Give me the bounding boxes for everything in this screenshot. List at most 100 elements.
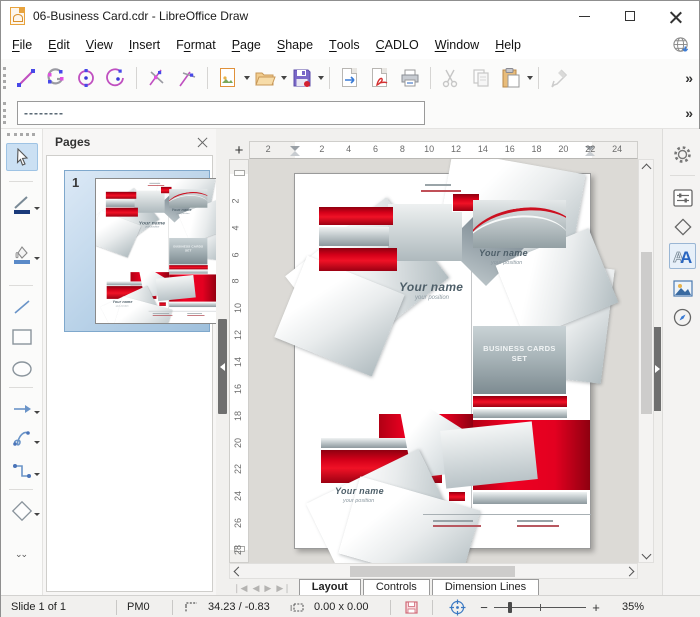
cad-line-tool-button[interactable] (11, 64, 41, 92)
toolbar-overflow-button[interactable]: » (685, 70, 693, 86)
horizontal-scrollbar[interactable] (229, 563, 638, 579)
panel-splitter[interactable] (216, 129, 229, 595)
panel-collapse-handle[interactable] (218, 319, 227, 414)
fill-color-dropdown[interactable] (34, 257, 40, 260)
toolbar-more-chevron[interactable]: ⌄⌄ (15, 549, 26, 560)
sidebar-gallery-button[interactable] (669, 275, 696, 301)
cad-extend-tool-button[interactable] (172, 64, 202, 92)
sidebar-splitter[interactable] (654, 129, 662, 595)
scroll-up-button[interactable] (639, 161, 653, 175)
export-button[interactable] (335, 64, 365, 92)
toolbar2-overflow-button[interactable]: » (685, 105, 693, 121)
document-page[interactable]: Your name your position Your name your p… (294, 173, 591, 549)
tab-dimension-lines[interactable]: Dimension Lines (432, 579, 539, 595)
ruler-origin-button[interactable]: + (229, 141, 249, 159)
curve-tool-button[interactable] (6, 425, 38, 453)
zoom-out-button[interactable]: − (478, 600, 490, 615)
basic-shapes-dropdown[interactable] (34, 513, 40, 516)
menu-item-page[interactable]: Page (224, 31, 269, 59)
sidebar-settings-button[interactable] (669, 141, 696, 167)
minimize-button[interactable] (561, 1, 607, 31)
maximize-button[interactable] (607, 1, 653, 31)
curve-dropdown[interactable] (34, 441, 40, 444)
pages-list[interactable]: 1 (46, 155, 213, 592)
toolbar-grip[interactable] (7, 133, 35, 136)
last-slide-button[interactable]: ▶❘ (276, 583, 290, 594)
paste-dropdown[interactable] (527, 76, 533, 80)
page-artwork[interactable]: Your name your position Your name your p… (295, 174, 592, 550)
arrow-line-tool-button[interactable] (6, 395, 38, 423)
menu-item-help[interactable]: Help (487, 31, 529, 59)
drawing-canvas[interactable]: Your name your position Your name your p… (249, 159, 638, 563)
line-tool-button[interactable] (6, 293, 38, 321)
save-button[interactable] (287, 64, 317, 92)
select-tool-button[interactable] (6, 143, 38, 171)
update-globe-icon[interactable] (672, 36, 691, 55)
cad-arc-tool-button[interactable] (101, 64, 131, 92)
connector-tool-button[interactable] (6, 457, 38, 485)
h-ruler[interactable]: 224681012141618202224 (249, 141, 638, 159)
sidebar-collapse-handle[interactable] (654, 327, 661, 411)
cad-circle-tool-button[interactable] (71, 64, 101, 92)
print-button[interactable] (395, 64, 425, 92)
rectangle-tool-button[interactable] (6, 323, 38, 351)
menu-item-tools[interactable]: Tools (321, 31, 368, 59)
open-button[interactable] (250, 64, 280, 92)
sidebar-properties-button[interactable] (669, 185, 696, 211)
new-document-button[interactable] (213, 64, 243, 92)
menu-item-format[interactable]: Format (168, 31, 224, 59)
first-slide-button[interactable]: ❘◀ (233, 583, 247, 594)
scroll-down-button[interactable] (639, 547, 653, 561)
toolbar-grip[interactable] (3, 67, 7, 89)
vertical-scrollbar-thumb[interactable] (641, 252, 652, 414)
line-style-dropdown[interactable] (34, 207, 40, 210)
scroll-right-button[interactable] (622, 564, 636, 578)
line-style-input[interactable] (17, 101, 425, 125)
copy-button[interactable] (466, 64, 496, 92)
save-dropdown[interactable] (318, 76, 324, 80)
ellipse-tool-button[interactable] (6, 355, 38, 383)
sidebar-character-button[interactable]: AA (669, 243, 696, 269)
sidebar-shapes-button[interactable] (669, 214, 696, 240)
cad-curve-tool-button[interactable] (41, 64, 71, 92)
top-margin-marker[interactable] (234, 170, 245, 176)
page-artwork[interactable]: Your name your position Your name your p… (96, 179, 217, 324)
document-modified-icon[interactable] (405, 601, 418, 614)
scroll-left-button[interactable] (231, 564, 245, 578)
export-pdf-button[interactable] (365, 64, 395, 92)
toolbar-grip[interactable] (3, 102, 7, 124)
pages-panel-close-icon[interactable] (197, 137, 208, 148)
zoom-slider[interactable] (494, 601, 586, 614)
menu-item-window[interactable]: Window (427, 31, 487, 59)
previous-slide-button[interactable]: ◀ (252, 583, 259, 594)
menu-item-cadlo[interactable]: CADLO (368, 31, 427, 59)
horizontal-scrollbar-thumb[interactable] (350, 566, 515, 577)
connector-dropdown[interactable] (34, 473, 40, 476)
zoom-slider-thumb[interactable] (508, 602, 512, 613)
fill-color-tool-button[interactable] (6, 241, 38, 269)
cut-button[interactable] (436, 64, 466, 92)
menu-item-insert[interactable]: Insert (121, 31, 168, 59)
basic-shapes-tool-button[interactable] (6, 497, 38, 525)
cad-trim-tool-button[interactable] (142, 64, 172, 92)
tab-layout[interactable]: Layout (299, 579, 361, 595)
next-slide-button[interactable]: ▶ (264, 583, 271, 594)
menu-item-edit[interactable]: Edit (40, 31, 78, 59)
page-thumbnail-selected[interactable]: 1 (64, 170, 210, 332)
sidebar-navigator-button[interactable] (669, 304, 696, 330)
arrow-line-dropdown[interactable] (34, 411, 40, 414)
vertical-scrollbar[interactable] (638, 159, 654, 563)
layer-indicator[interactable]: PM0 (117, 601, 172, 613)
fit-slide-icon[interactable] (449, 599, 466, 616)
tab-controls[interactable]: Controls (363, 579, 430, 595)
zoom-level[interactable]: 35% (612, 601, 654, 613)
clone-formatting-button[interactable] (544, 64, 574, 92)
v-ruler[interactable]: 246810121416182022242628 (229, 159, 249, 563)
close-button[interactable] (653, 1, 699, 31)
menu-item-shape[interactable]: Shape (269, 31, 321, 59)
menu-item-file[interactable]: File (4, 31, 40, 59)
line-style-tool-button[interactable] (6, 191, 38, 219)
paste-button[interactable] (496, 64, 526, 92)
menu-item-view[interactable]: View (78, 31, 121, 59)
zoom-in-button[interactable]: + (590, 600, 602, 615)
